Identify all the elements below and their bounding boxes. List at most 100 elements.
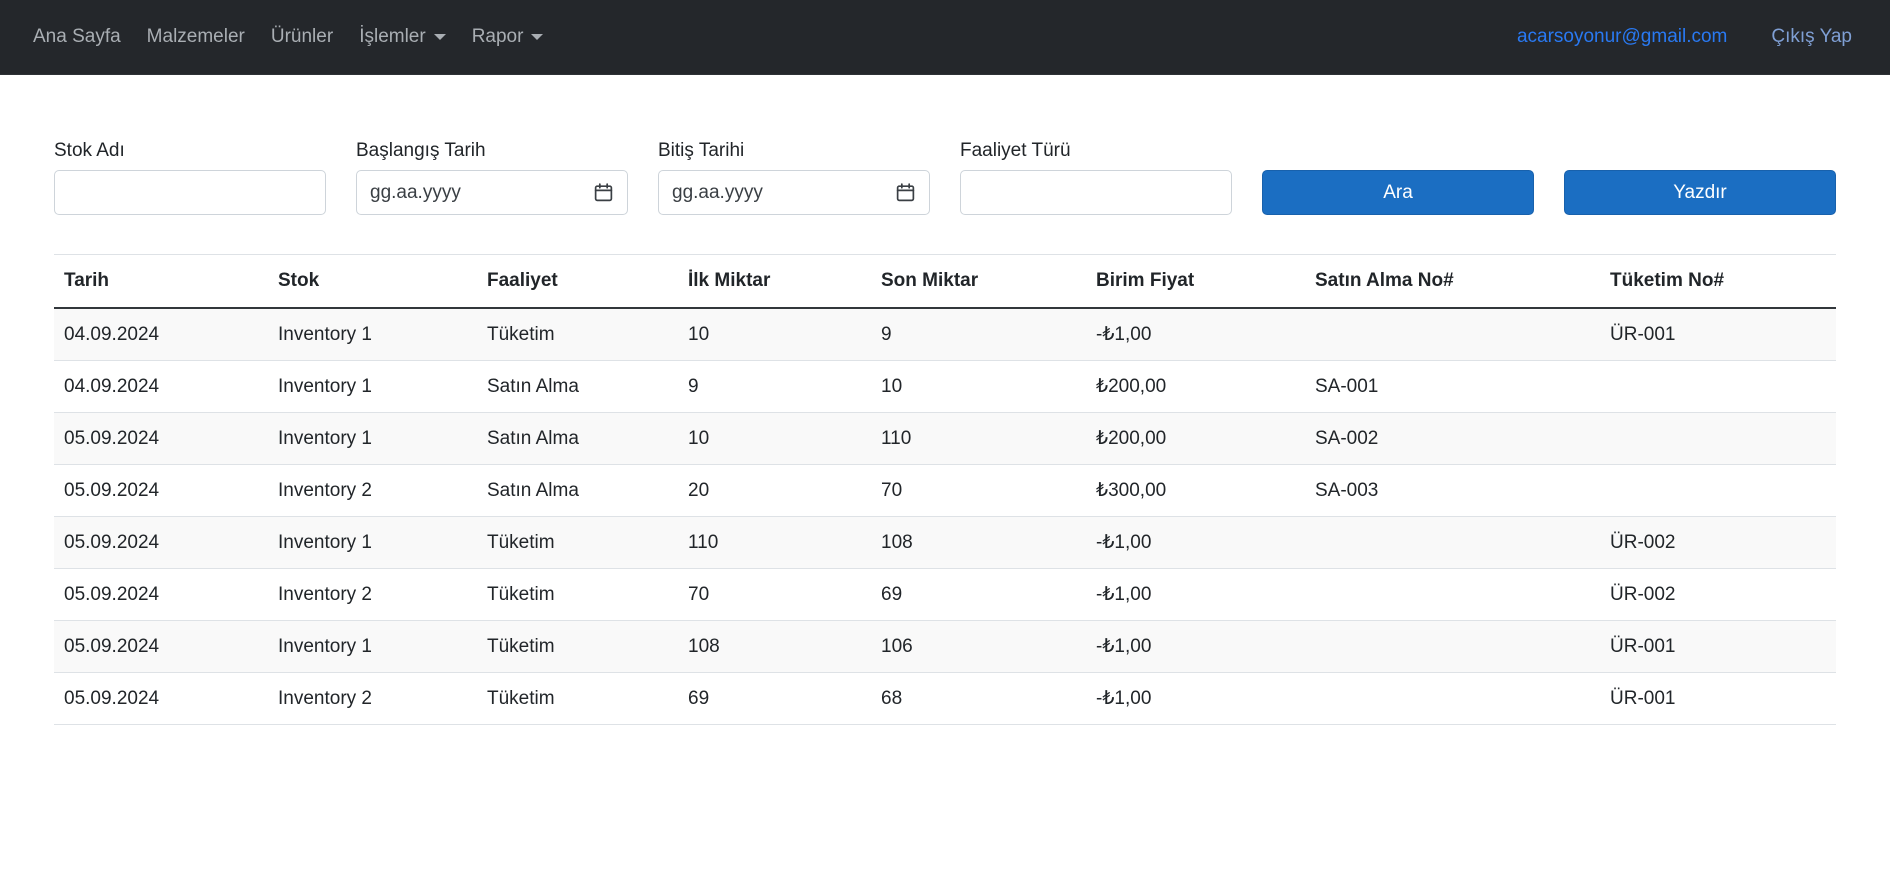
nav-item-malzemeler[interactable]: Malzemeler — [134, 16, 258, 58]
table-cell: 04.09.2024 — [54, 360, 268, 413]
filter-search-col: Ara — [1262, 170, 1534, 215]
table-cell: 05.09.2024 — [54, 672, 268, 725]
filter-bar: Stok Adı Başlangış Tarih gg.aa.yyyy Biti… — [54, 139, 1836, 215]
column-header: Faaliyet — [477, 254, 678, 309]
nav-menu: Ana Sayfa Malzemeler Ürünler İşlemler Rapor — [20, 16, 556, 58]
table-cell: 05.09.2024 — [54, 412, 268, 465]
calendar-icon[interactable] — [593, 182, 614, 203]
table-cell: ÜR-002 — [1600, 516, 1836, 569]
table-cell: 05.09.2024 — [54, 620, 268, 673]
end-date-placeholder: gg.aa.yyyy — [672, 181, 763, 203]
table-cell: Inventory 2 — [268, 464, 477, 517]
end-date-input[interactable]: gg.aa.yyyy — [658, 170, 930, 215]
table-cell: Inventory 1 — [268, 412, 477, 465]
table-cell: ÜR-001 — [1600, 308, 1836, 361]
filter-activity-type: Faaliyet Türü — [960, 139, 1232, 215]
table-header: Tarih Stok Faaliyet İlk Miktar Son Miktar Bir… — [54, 254, 1836, 309]
filter-end-date: Bitiş Tarihi gg.aa.yyyy — [658, 139, 930, 215]
activity-type-input[interactable] — [960, 170, 1232, 215]
filter-start-date: Başlangış Tarih gg.aa.yyyy — [356, 139, 628, 215]
table-cell: 20 — [678, 464, 871, 517]
table-row: 05.09.2024 Inventory 2 Satın Alma 20 70 ₺300,… — [54, 464, 1836, 517]
table-cell: Inventory 1 — [268, 516, 477, 569]
table-cell: -₺1,00 — [1086, 568, 1305, 621]
table-cell: Tüketim — [477, 620, 678, 673]
stock-name-input[interactable] — [54, 170, 326, 215]
table-cell: Inventory 1 — [268, 620, 477, 673]
table-cell: SA-003 — [1305, 464, 1600, 517]
table-cell — [1305, 672, 1600, 725]
table-cell: 05.09.2024 — [54, 464, 268, 517]
start-date-input[interactable]: gg.aa.yyyy — [356, 170, 628, 215]
logout-link[interactable]: Çıkış Yap — [1771, 26, 1852, 48]
table-cell: Tüketim — [477, 516, 678, 569]
stock-activity-table: Tarih Stok Faaliyet İlk Miktar Son Miktar Bir… — [54, 254, 1836, 725]
end-date-label: Bitiş Tarihi — [658, 140, 745, 161]
user-email-link[interactable]: acarsoyonur@gmail.com — [1517, 26, 1727, 48]
table-cell — [1305, 568, 1600, 621]
table-cell: ₺200,00 — [1086, 412, 1305, 465]
table-cell — [1305, 516, 1600, 569]
table-cell: 04.09.2024 — [54, 308, 268, 361]
column-header: Satın Alma No# — [1305, 254, 1600, 309]
table-cell: Satın Alma — [477, 360, 678, 413]
table-cell: Tüketim — [477, 568, 678, 621]
table-cell: 110 — [871, 412, 1086, 465]
table-row: 05.09.2024 Inventory 1 Tüketim 110 108 -₺1,00… — [54, 516, 1836, 569]
table-cell: 05.09.2024 — [54, 516, 268, 569]
activity-type-label: Faaliyet Türü — [960, 140, 1071, 161]
table-cell: SA-001 — [1305, 360, 1600, 413]
table-cell: 05.09.2024 — [54, 568, 268, 621]
table-cell: Satın Alma — [477, 412, 678, 465]
table-cell: 108 — [871, 516, 1086, 569]
table-cell: Satın Alma — [477, 464, 678, 517]
table-row: 05.09.2024 Inventory 2 Tüketim 69 68 -₺1,00 ÜR… — [54, 672, 1836, 725]
table-row: 05.09.2024 Inventory 2 Tüketim 70 69 -₺1,00 ÜR… — [54, 568, 1836, 621]
table-row: 05.09.2024 Inventory 1 Tüketim 108 106 -₺1,00… — [54, 620, 1836, 673]
filter-print-col: Yazdır — [1564, 170, 1836, 215]
table-cell: ₺300,00 — [1086, 464, 1305, 517]
column-header: İlk Miktar — [678, 254, 871, 309]
calendar-icon[interactable] — [895, 182, 916, 203]
start-date-label: Başlangış Tarih — [356, 140, 486, 161]
table-cell: -₺1,00 — [1086, 308, 1305, 361]
chevron-down-icon — [531, 34, 544, 40]
nav-item-urunler[interactable]: Ürünler — [258, 16, 346, 58]
nav-item-rapor[interactable]: Rapor — [459, 16, 557, 58]
print-button[interactable]: Yazdır — [1564, 170, 1836, 215]
table-cell: 9 — [871, 308, 1086, 361]
table-cell — [1600, 360, 1836, 413]
table-body: 04.09.2024 Inventory 1 Tüketim 10 9 -₺1,00 ÜR-… — [54, 308, 1836, 725]
table-cell: ÜR-001 — [1600, 620, 1836, 673]
column-header: Tarih — [54, 254, 268, 309]
nav-item-islemler[interactable]: İşlemler — [346, 16, 459, 58]
table-cell: Tüketim — [477, 672, 678, 725]
table-cell: Inventory 2 — [268, 568, 477, 621]
column-header: Son Miktar — [871, 254, 1086, 309]
nav-item-ana-sayfa[interactable]: Ana Sayfa — [20, 16, 134, 58]
table-cell: 10 — [678, 308, 871, 361]
table-cell: 70 — [678, 568, 871, 621]
stock-name-label: Stok Adı — [54, 140, 125, 161]
table-cell: Inventory 1 — [268, 308, 477, 361]
table-cell: 108 — [678, 620, 871, 673]
table-row: 04.09.2024 Inventory 1 Satın Alma 9 10 ₺200,0… — [54, 360, 1836, 413]
table-cell: 10 — [678, 412, 871, 465]
table-cell — [1600, 464, 1836, 517]
table-cell: 9 — [678, 360, 871, 413]
chevron-down-icon — [433, 34, 446, 40]
table-cell: Tüketim — [477, 308, 678, 361]
top-navbar: Ana Sayfa Malzemeler Ürünler İşlemler Rapor … — [0, 0, 1890, 75]
table-cell: ÜR-001 — [1600, 672, 1836, 725]
start-date-placeholder: gg.aa.yyyy — [370, 181, 461, 203]
table-cell — [1600, 412, 1836, 465]
main-content: Stok Adı Başlangış Tarih gg.aa.yyyy Biti… — [0, 139, 1890, 725]
table-cell: ÜR-002 — [1600, 568, 1836, 621]
table-cell: ₺200,00 — [1086, 360, 1305, 413]
filter-stock-name: Stok Adı — [54, 139, 326, 215]
table-row: 05.09.2024 Inventory 1 Satın Alma 10 110 ₺200… — [54, 412, 1836, 465]
search-button[interactable]: Ara — [1262, 170, 1534, 215]
table-cell: 68 — [871, 672, 1086, 725]
table-cell: -₺1,00 — [1086, 672, 1305, 725]
column-header: Tüketim No# — [1600, 254, 1836, 309]
